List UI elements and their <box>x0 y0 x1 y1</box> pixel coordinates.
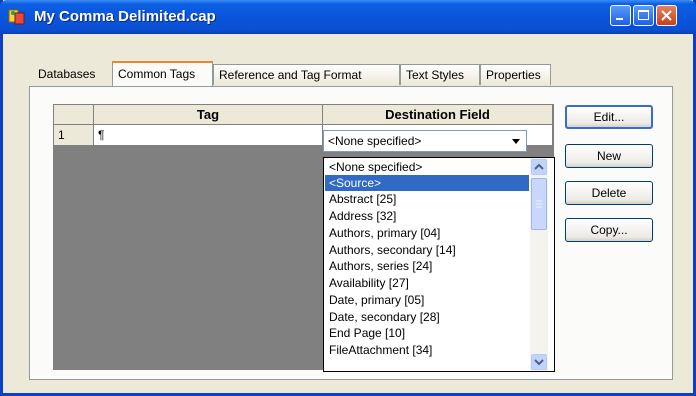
dropdown-option-selected[interactable]: <Source> <box>325 175 529 191</box>
dropdown-option[interactable]: Authors, primary [04] <box>325 225 529 241</box>
dropdown-option[interactable]: Date, primary [05] <box>325 292 529 308</box>
dropdown-option[interactable]: Availability [27] <box>325 275 529 291</box>
dropdown-option[interactable]: End Page [10] <box>325 325 529 341</box>
tab-reference-and-tag-format[interactable]: Reference and Tag Format <box>213 64 400 85</box>
dropdown-option[interactable]: <None specified> <box>325 159 529 175</box>
dropdown-option[interactable]: Abstract [25] <box>325 191 529 207</box>
combobox-value: <None specified> <box>328 134 422 148</box>
scroll-down-button[interactable] <box>531 354 547 370</box>
row-number[interactable]: 1 <box>54 125 94 146</box>
grid-corner-header <box>54 105 94 125</box>
chevron-down-icon <box>512 139 520 144</box>
dropdown-option[interactable]: Authors, series [24] <box>325 258 529 274</box>
minimize-button[interactable] <box>610 5 631 26</box>
new-button[interactable]: New <box>565 144 653 168</box>
dropdown-option[interactable]: Address [32] <box>325 208 529 224</box>
maximize-icon <box>638 10 649 20</box>
combobox-dropdown-button[interactable] <box>506 131 526 151</box>
chevron-up-icon <box>534 163 544 170</box>
maximize-button[interactable] <box>633 5 654 26</box>
chevron-down-icon <box>534 359 544 366</box>
tab-databases[interactable]: Databases <box>33 64 100 85</box>
close-button[interactable] <box>656 5 677 26</box>
minimize-icon <box>616 18 623 20</box>
dropdown-option[interactable]: Date, secondary [28] <box>325 309 529 325</box>
copy-button[interactable]: Copy... <box>565 218 653 242</box>
tab-text-styles[interactable]: Text Styles <box>400 64 480 85</box>
app-icon <box>8 9 25 25</box>
scroll-thumb[interactable] <box>531 178 547 230</box>
dropdown-option[interactable]: FileAttachment [34] <box>325 342 529 358</box>
destination-field-dropdown-list[interactable]: <None specified> <Source> Abstract [25] … <box>323 157 555 372</box>
title-bar[interactable]: My Comma Delimited.cap <box>0 0 696 34</box>
column-header-destination-field[interactable]: Destination Field <box>323 105 553 125</box>
grip-icon <box>536 200 542 208</box>
app-window: My Comma Delimited.cap Databases Common … <box>0 0 696 396</box>
edit-button[interactable]: Edit... <box>565 105 653 129</box>
tab-common-tags[interactable]: Common Tags <box>112 61 213 86</box>
close-icon <box>661 10 672 21</box>
scroll-up-button[interactable] <box>531 159 547 175</box>
tag-cell[interactable]: ¶ <box>94 125 323 146</box>
destination-field-combobox[interactable]: <None specified> <box>323 130 527 152</box>
dropdown-scrollbar[interactable] <box>530 158 548 371</box>
dropdown-option[interactable]: Authors, secondary [14] <box>325 242 529 258</box>
delete-button[interactable]: Delete <box>565 181 653 205</box>
window-title: My Comma Delimited.cap <box>34 8 216 25</box>
column-header-tag[interactable]: Tag <box>94 105 323 125</box>
tab-properties[interactable]: Properties <box>480 64 551 85</box>
